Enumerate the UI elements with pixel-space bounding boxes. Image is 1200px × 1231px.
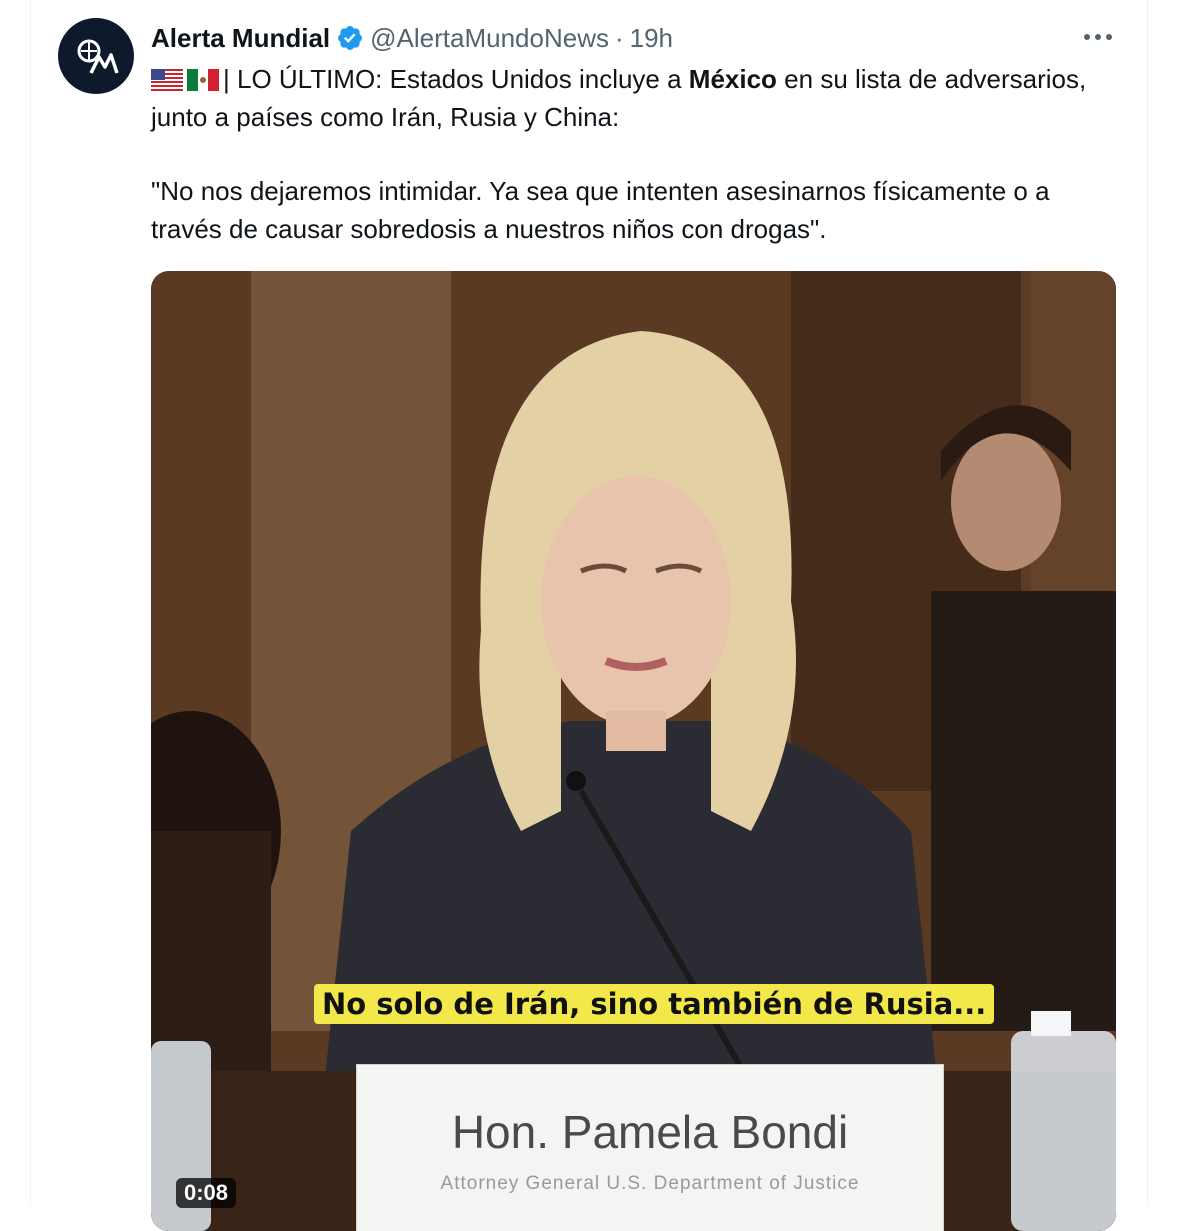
video-player[interactable]: No solo de Irán, sino también de Rusia..… bbox=[151, 271, 1116, 1231]
verified-badge-icon bbox=[338, 26, 363, 50]
headline-bold: México bbox=[688, 64, 777, 94]
author-handle[interactable]: @AlertaMundoNews bbox=[370, 23, 609, 54]
tweet-time[interactable]: 19h bbox=[630, 23, 673, 54]
video-timestamp: 0:08 bbox=[176, 1178, 237, 1208]
alerta-mundial-logo-icon bbox=[77, 39, 119, 74]
video-subtitle: No solo de Irán, sino también de Rusia..… bbox=[314, 984, 995, 1024]
headline-prefix: | LO ÚLTIMO: Estados Unidos incluye a bbox=[223, 64, 689, 94]
separator-dot: · bbox=[614, 22, 624, 53]
tweet-header: Alerta Mundial @AlertaMundoNews · 19h bbox=[151, 20, 1120, 56]
more-options-button[interactable] bbox=[1080, 22, 1116, 52]
us-flag-icon bbox=[151, 69, 183, 91]
more-dots-icon bbox=[1084, 34, 1112, 40]
author-name[interactable]: Alerta Mundial bbox=[151, 23, 330, 54]
tweet-quote: "No nos dejaremos intimidar. Ya sea que … bbox=[151, 176, 1050, 244]
author-avatar[interactable] bbox=[58, 18, 134, 94]
tweet-headline: | LO ÚLTIMO: Estados Unidos incluye a Mé… bbox=[151, 60, 1126, 136]
tweet-text: | LO ÚLTIMO: Estados Unidos incluye a Mé… bbox=[151, 60, 1126, 248]
mexico-flag-icon bbox=[187, 69, 219, 91]
nameplate-name: Hon. Pamela Bondi bbox=[451, 1106, 849, 1158]
nameplate-title: Attorney General U.S. Department of Just… bbox=[440, 1173, 860, 1194]
